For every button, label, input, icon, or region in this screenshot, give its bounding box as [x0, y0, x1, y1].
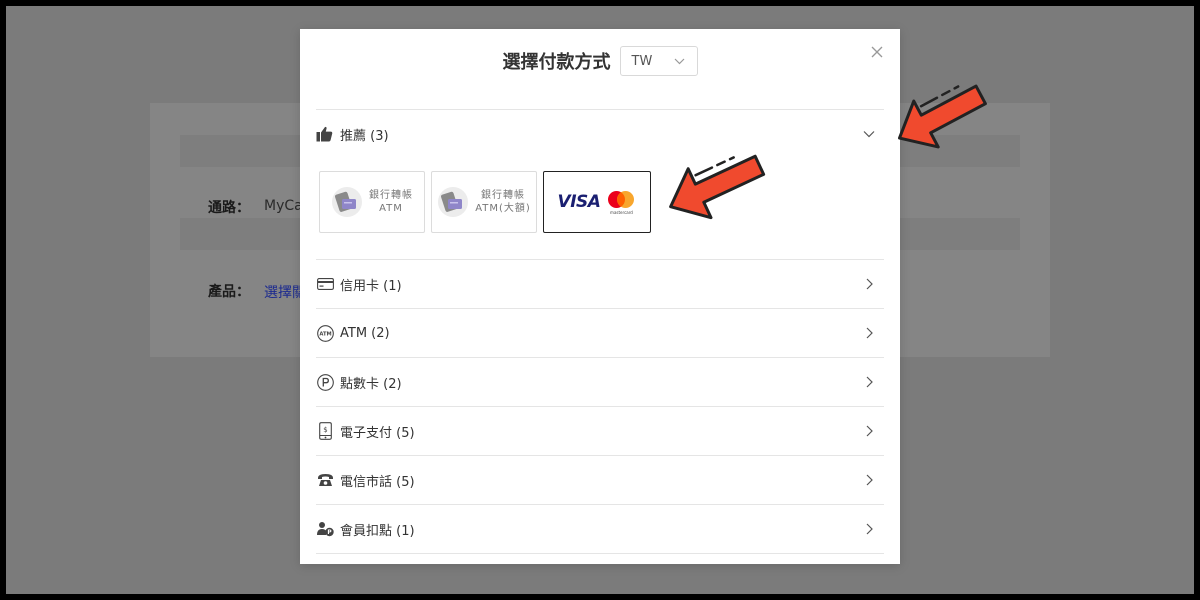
category-label: 會員扣點 (1) — [340, 523, 415, 539]
recommended-label: 推薦 (3) — [340, 128, 389, 144]
bank-transfer-icon — [438, 187, 469, 217]
annotation-arrow-icon — [669, 154, 766, 220]
modal-header: 選擇付款方式 TW — [300, 45, 900, 77]
annotation-arrow-icon — [898, 84, 987, 149]
category-label: 點數卡 (2) — [340, 376, 402, 392]
region-select[interactable]: TW — [619, 46, 698, 76]
route-value: MyCa — [264, 198, 303, 214]
category-points-card[interactable]: 點數卡 (2) — [316, 357, 884, 406]
tile-line2: ATM(大額) — [475, 203, 531, 214]
category-member-points[interactable]: P 會員扣點 (1) — [316, 504, 884, 554]
credit-card-icon — [316, 275, 334, 293]
close-icon[interactable] — [870, 45, 884, 59]
payment-method-modal: 選擇付款方式 TW 推薦 (3) 銀行轉帳 ATM 銀行轉帳 ATM(大額) V… — [300, 29, 900, 564]
route-label: 通路： — [208, 200, 250, 216]
chevron-right-icon — [866, 278, 873, 290]
chevron-right-icon — [866, 523, 873, 535]
telephone-icon — [316, 471, 334, 489]
points-card-icon — [316, 373, 334, 391]
chevron-right-icon — [866, 327, 873, 339]
visa-logo: VISA — [557, 192, 601, 212]
svg-text:$: $ — [323, 426, 327, 434]
modal-title: 選擇付款方式 — [502, 52, 611, 73]
bank-transfer-icon — [332, 187, 362, 217]
chevron-down-icon — [863, 131, 875, 138]
svg-text:ATM: ATM — [319, 331, 331, 337]
recommended-section-header[interactable]: 推薦 (3) — [316, 110, 884, 158]
recommended-tiles: 銀行轉帳 ATM 銀行轉帳 ATM(大額) VISA mastercard — [319, 171, 651, 233]
atm-icon: ATM — [316, 324, 334, 342]
chevron-right-icon — [866, 376, 873, 388]
tile-bank-transfer-atm-large[interactable]: 銀行轉帳 ATM(大額) — [431, 171, 537, 233]
chevron-down-icon — [674, 58, 684, 64]
page-frame: 通路： MyCa 產品： 選擇關 選擇付款方式 TW 推薦 (3) 銀行轉帳 A… — [6, 6, 1194, 594]
tile-bank-transfer-atm[interactable]: 銀行轉帳 ATM — [319, 171, 425, 233]
mastercard-logo: mastercard — [606, 190, 636, 215]
product-label: 產品： — [208, 284, 250, 300]
member-points-icon: P — [316, 520, 334, 538]
chevron-right-icon — [866, 474, 873, 486]
category-credit-card[interactable]: 信用卡 (1) — [316, 259, 884, 308]
category-label: 電子支付 (5) — [340, 425, 415, 441]
mastercard-icon — [608, 190, 635, 208]
mobile-payment-icon: $ — [316, 422, 334, 440]
tile-line1: 銀行轉帳 — [369, 190, 413, 201]
category-telecom[interactable]: 電信市話 (5) — [316, 455, 884, 504]
category-label: 信用卡 (1) — [340, 278, 402, 294]
category-atm[interactable]: ATM ATM (2) — [316, 308, 884, 357]
category-label: 電信市話 (5) — [340, 474, 415, 490]
tile-line2: ATM — [379, 203, 403, 214]
category-mobile-payment[interactable]: $ 電子支付 (5) — [316, 406, 884, 455]
tile-line1: 銀行轉帳 — [480, 190, 525, 201]
region-select-value: TW — [631, 53, 653, 69]
chevron-right-icon — [866, 425, 873, 437]
tile-visa-mastercard[interactable]: VISA mastercard — [543, 171, 651, 233]
payment-category-list: 信用卡 (1) ATM ATM (2) 點數卡 (2) $ 電子支付 (5) 電… — [316, 259, 884, 554]
category-label: ATM (2) — [340, 325, 390, 341]
thumbs-up-icon — [316, 125, 334, 143]
mastercard-text: mastercard — [610, 209, 633, 215]
